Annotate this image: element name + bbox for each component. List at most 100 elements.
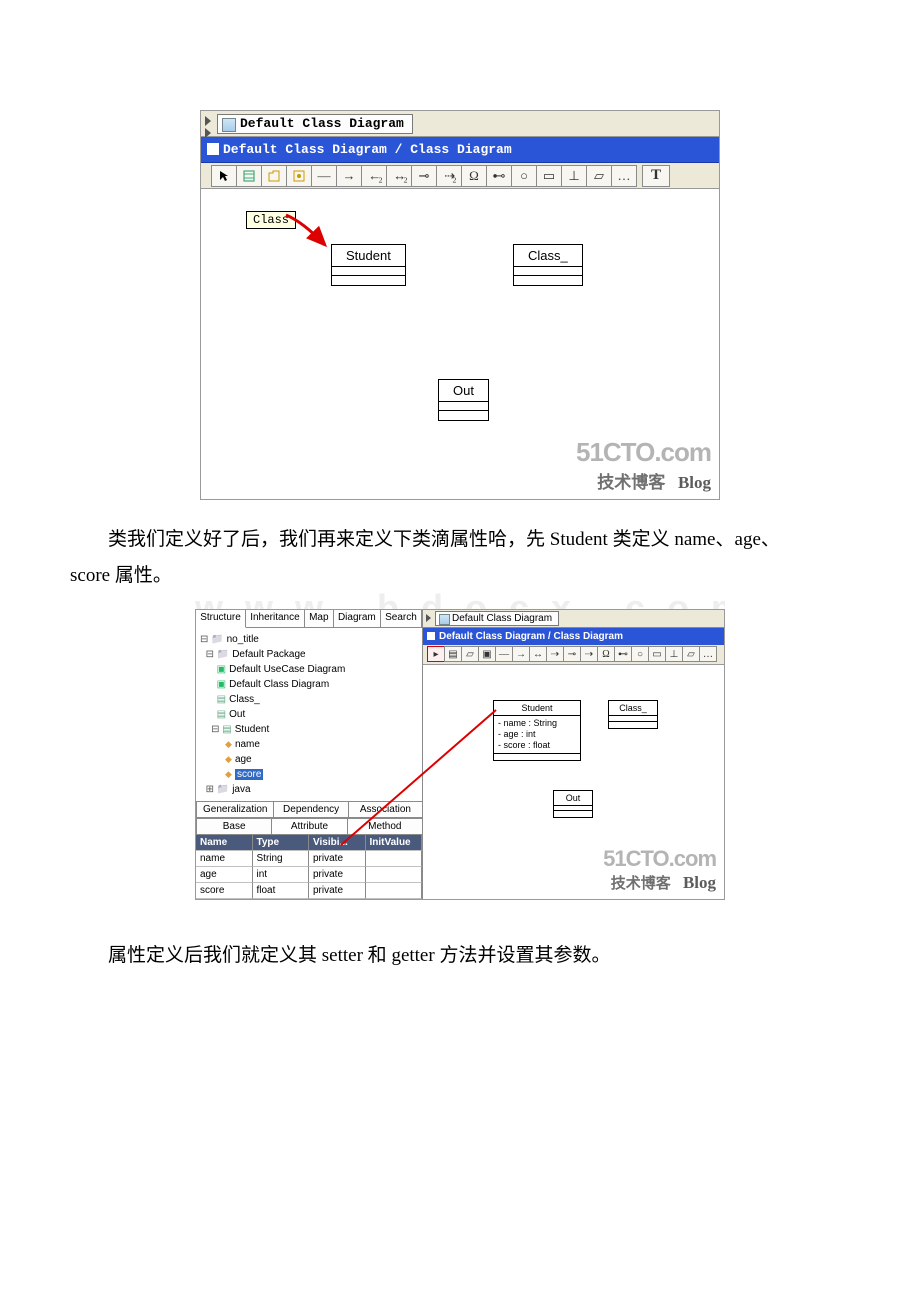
watermark-line2: 技术博客 Blog [603,872,716,893]
cell[interactable]: String [253,851,310,867]
cell[interactable]: private [309,851,366,867]
tool-pointer-icon[interactable]: ▸ [427,646,445,662]
tool-anchor-icon[interactable]: ⊥ [561,165,587,187]
tool-package-icon[interactable] [261,165,287,187]
uml-class-class_[interactable]: Class_ [513,244,583,286]
tab-inheritance[interactable]: Inheritance [246,610,305,627]
uml-op-compartment [554,811,592,817]
tool-small-circle-icon[interactable]: ○ [511,165,537,187]
tool-dep-icon[interactable]: ⇢₂ [436,165,462,187]
tool-note-icon[interactable]: ▭ [536,165,562,187]
tab-map[interactable]: Map [305,610,334,627]
tab-dependency[interactable]: Dependency [273,801,348,818]
uml-attr-compartment [332,267,405,276]
tool-pointer-icon[interactable] [211,165,237,187]
tab-diagram[interactable]: Diagram [334,610,381,627]
tree-root[interactable]: no_title [227,634,259,645]
col-type[interactable]: Type [253,835,310,851]
cell[interactable] [366,883,423,899]
tool-class-icon[interactable] [236,165,262,187]
col-name[interactable]: Name [196,835,253,851]
tool-a3-icon[interactable]: ⇢ [580,646,598,662]
tool-real-icon[interactable]: ⊸ [563,646,581,662]
uml-class-out[interactable]: Out [553,790,593,818]
uml-class-name: Out [439,380,488,402]
tree-node[interactable]: Out [229,709,245,720]
tab-method[interactable]: Method [347,818,423,835]
tool-class-icon[interactable]: ▤ [444,646,462,662]
tree-node[interactable]: Default Class Diagram [229,679,329,690]
tool-a1-icon[interactable]: ↔ [529,646,547,662]
uml-class-student[interactable]: Student [331,244,406,286]
tool-lollipop-icon[interactable]: ⊷ [486,165,512,187]
tool-realization-icon[interactable]: ⊸ [411,165,437,187]
tool-interface-icon[interactable] [286,165,312,187]
figure-2: w w w . b d o c x . c o m Structure Inhe… [0,597,920,900]
tree-attr[interactable]: name [235,739,260,750]
tool-anchor-icon[interactable]: ⊥ [665,646,683,662]
uml-class-student[interactable]: Student - name : String - age : int - sc… [493,700,581,761]
diagram-canvas[interactable]: Class Student Class_ Out [201,189,719,499]
uml-attr: - name : String [498,718,576,729]
tool-note-icon[interactable]: ▭ [648,646,666,662]
tool-omega-icon[interactable]: Ω [597,646,615,662]
cell[interactable]: name [196,851,253,867]
uml-class-out[interactable]: Out [438,379,489,421]
cell[interactable] [366,851,423,867]
tab-structure[interactable]: Structure [196,610,246,628]
cell[interactable]: private [309,883,366,899]
text-span: 属性。 [110,565,172,586]
tab-association[interactable]: Association [348,801,423,818]
tool-generalization-icon[interactable]: — [311,165,337,187]
tool-o-icon[interactable]: ○ [631,646,649,662]
tool-lolli-icon[interactable]: ⊷ [614,646,632,662]
text-span: Student [550,529,608,550]
tool-assoc1-icon[interactable]: ←₂ [361,165,387,187]
tool-more-icon[interactable]: … [699,646,717,662]
tab-search[interactable]: Search [381,610,422,627]
tree-node[interactable]: java [232,784,250,795]
tool-a2-icon[interactable]: ⇢ [546,646,564,662]
cell[interactable]: age [196,867,253,883]
tool-frame-icon[interactable]: ▱ [586,165,612,187]
cell[interactable]: private [309,867,366,883]
uml-class-class_[interactable]: Class_ [608,700,658,729]
grid-row[interactable]: score float private [196,883,422,899]
tab-generalization[interactable]: Generalization [196,801,274,818]
cell[interactable]: float [253,883,310,899]
tree-node[interactable]: Default UseCase Diagram [229,664,345,675]
tool-circle-icon[interactable]: Ω [461,165,487,187]
tool-text-icon[interactable]: T [642,165,670,187]
tool-arrow-icon[interactable]: → [512,646,530,662]
tool-package-icon[interactable]: ▱ [461,646,479,662]
tool-more-icon[interactable]: … [611,165,637,187]
diagram-canvas[interactable]: Student - name : String - age : int - sc… [423,665,724,899]
col-visibility[interactable]: Visibi... [309,835,366,851]
tool-association-icon[interactable]: → [336,165,362,187]
col-initvalue[interactable]: InitValue [366,835,423,851]
tree-node-student[interactable]: Student [235,724,269,735]
tab-default-class-diagram[interactable]: Default Class Diagram [217,114,413,134]
bottom-tab-row1: Generalization Dependency Association [196,801,422,818]
grid-row[interactable]: name String private [196,851,422,867]
uml-op-compartment [494,754,580,760]
text-span: 类定义 [608,529,675,550]
cell[interactable]: int [253,867,310,883]
tab-attribute[interactable]: Attribute [271,818,347,835]
tool-interface-icon[interactable]: ▣ [478,646,496,662]
tree-attr-selected[interactable]: score [235,769,263,780]
tree-node[interactable]: Class_ [229,694,260,705]
cell[interactable] [366,867,423,883]
tab-base[interactable]: Base [196,818,272,835]
structure-tree[interactable]: ⊟ no_title ⊟ Default Package Default Use… [196,628,422,801]
tab-default-class-diagram[interactable]: Default Class Diagram [435,611,559,626]
tool-sep-icon[interactable]: — [495,646,513,662]
cell[interactable]: score [196,883,253,899]
tool-assoc2-icon[interactable]: ↔₂ [386,165,412,187]
text-span: 属性定义后我们就定义其 [108,945,322,966]
watermark-51cto: 51CTO.com 技术博客 Blog [603,846,716,893]
tree-node[interactable]: Default Package [232,649,305,660]
tree-attr[interactable]: age [235,754,252,765]
tool-frame-icon[interactable]: ▱ [682,646,700,662]
grid-row[interactable]: age int private [196,867,422,883]
